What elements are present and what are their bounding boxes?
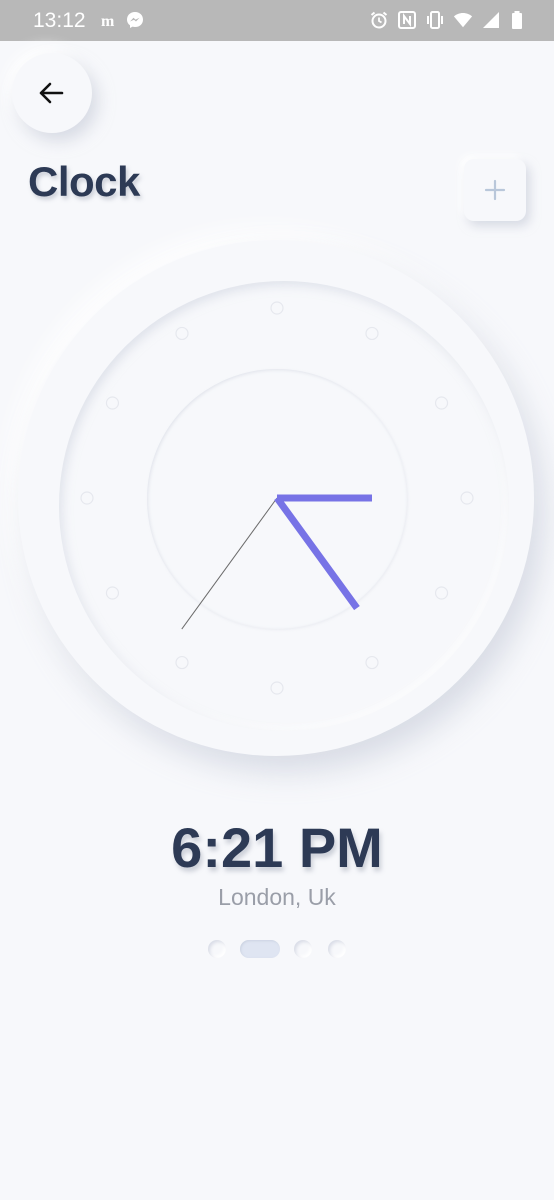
clock-screen: 13:12 m Clock 6:21 PM London, Uk (0, 0, 554, 1200)
minute-hand (274, 495, 360, 611)
page-dot[interactable] (208, 940, 226, 958)
page-indicator (0, 938, 554, 960)
clock-tick (365, 655, 379, 670)
clock-tick (365, 326, 379, 341)
page-dot[interactable] (240, 940, 280, 958)
clock-tick (460, 491, 474, 505)
analog-clock (80, 301, 474, 695)
page-dot[interactable] (328, 940, 346, 958)
clock-tick (80, 491, 94, 505)
time-display: 6:21 PM (171, 816, 383, 879)
clock-tick (434, 396, 449, 410)
clock-tick (175, 326, 189, 341)
page-dot[interactable] (294, 940, 312, 958)
clock-tick (270, 681, 284, 695)
clock-tick (105, 586, 120, 600)
clock-tick (434, 586, 449, 600)
clock-tick (105, 396, 120, 410)
clock-tick (270, 301, 284, 315)
second-hand (181, 497, 278, 630)
city-label: London, Uk (218, 884, 336, 910)
clock-tick (175, 655, 189, 670)
